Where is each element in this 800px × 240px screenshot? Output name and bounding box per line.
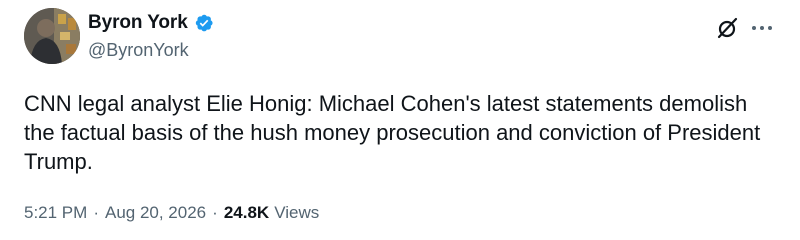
tweet-card: Byron York @ByronYork CNN legal analyst … (0, 0, 800, 240)
verified-badge-icon (195, 14, 213, 32)
grok-icon[interactable] (716, 16, 740, 40)
more-options-icon[interactable] (748, 16, 776, 40)
meta-separator: · (93, 203, 99, 222)
views-count[interactable]: 24.8K (224, 203, 269, 223)
views-label: Views (274, 203, 320, 222)
tweet-time[interactable]: 5:21 PM (24, 203, 87, 223)
avatar[interactable] (24, 8, 80, 64)
tweet-text: CNN legal analyst Elie Honig: Michael Co… (24, 91, 761, 174)
author-handle[interactable]: @ByronYork (88, 40, 189, 61)
author-name-row: Byron York (88, 12, 214, 34)
author-display-name[interactable]: Byron York (88, 12, 188, 34)
meta-separator: · (212, 203, 218, 222)
tweet-meta: 5:21 PM · Aug 20, 2026 · 24.8K Views (24, 203, 319, 223)
tweet-date[interactable]: Aug 20, 2026 (105, 203, 206, 223)
